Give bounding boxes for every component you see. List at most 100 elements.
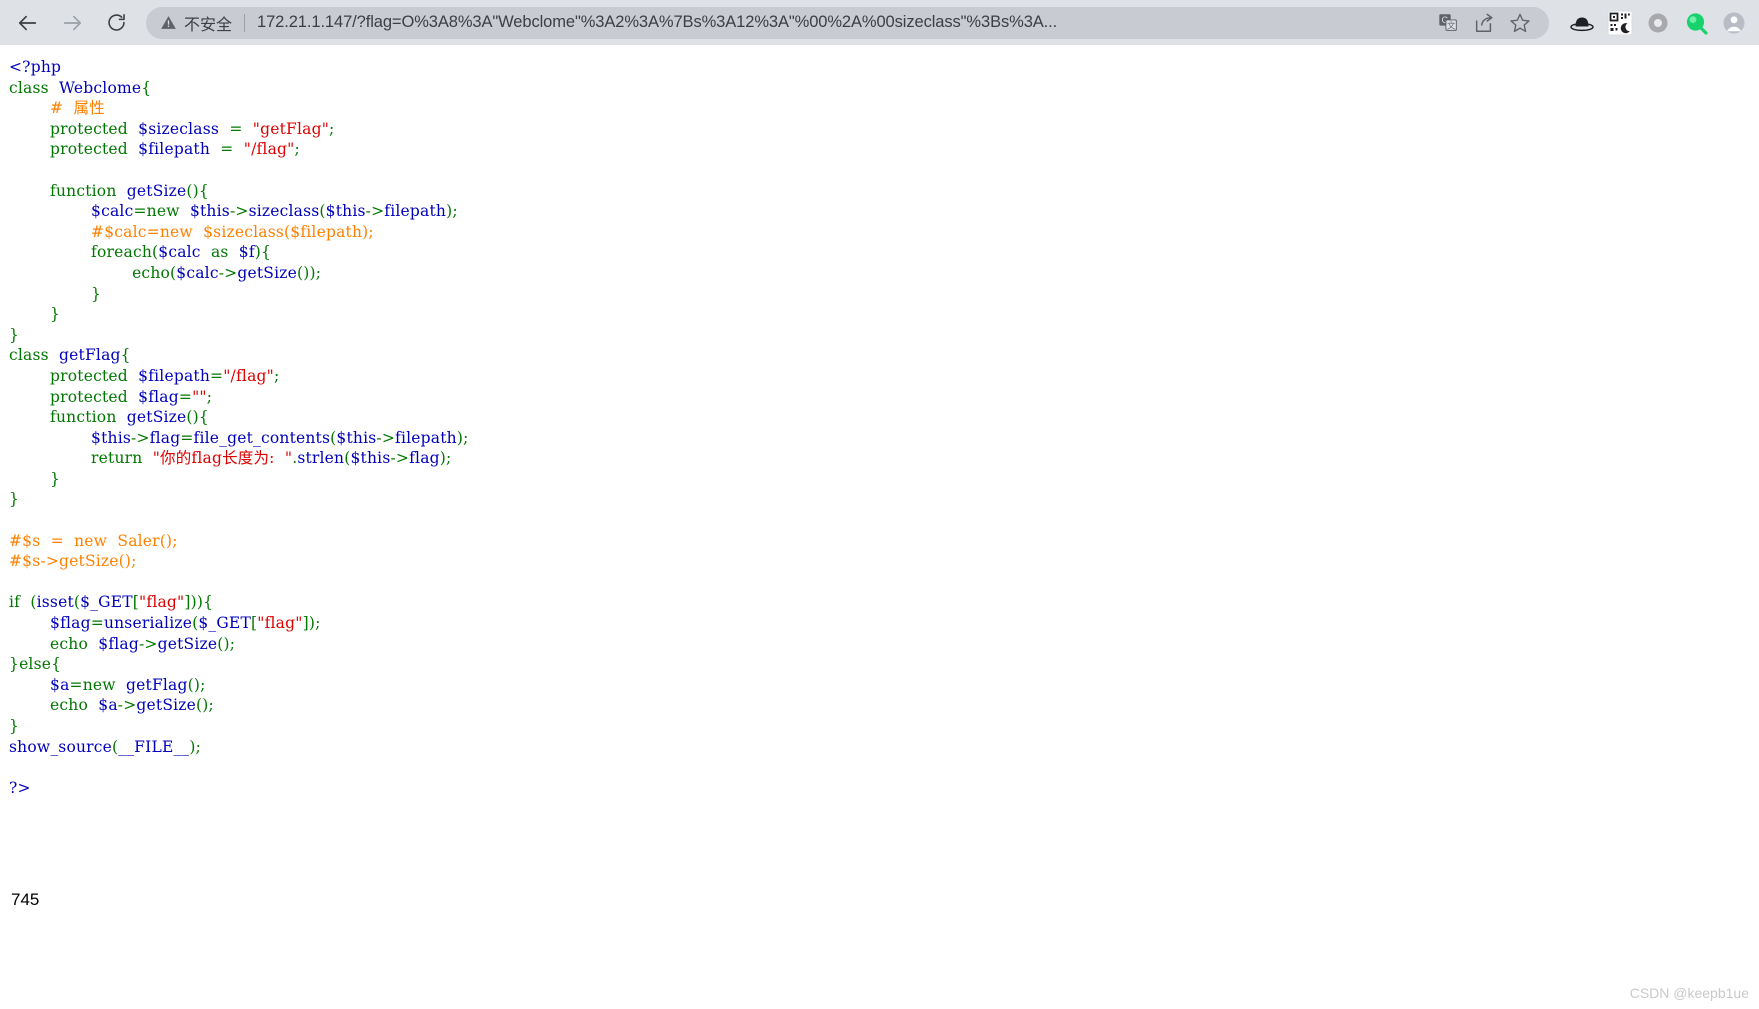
source-token: "": [192, 387, 207, 406]
source-token: $flag: [50, 614, 91, 633]
hat-extension-icon[interactable]: [1563, 4, 1601, 42]
source-line: }: [9, 304, 1759, 325]
source-token: function: [50, 408, 127, 427]
php-source-listing: <?php class Webclome{ # 属性 protected $siz…: [0, 45, 1759, 798]
source-token: $_GET: [198, 614, 251, 633]
extension-toolbar: [1549, 4, 1753, 42]
source-token: $a: [50, 675, 70, 694]
source-token: }: [9, 655, 20, 674]
source-line: <?php: [9, 57, 1759, 78]
bookmark-star-icon[interactable]: [1505, 8, 1535, 38]
source-token: [9, 264, 132, 282]
profile-avatar-icon[interactable]: [1715, 4, 1753, 42]
source-token: =: [133, 202, 147, 221]
source-token: [9, 367, 50, 385]
source-line: ?>: [9, 778, 1759, 799]
source-token: $filepath: [138, 366, 211, 385]
source-token: ->: [131, 428, 150, 447]
source-token: }: [9, 717, 20, 735]
source-token: echo: [50, 696, 99, 715]
url-text[interactable]: 172.21.1.147/?flag=O%3A8%3A"Webclome"%3A…: [257, 13, 1427, 32]
source-token: "flag": [257, 614, 303, 633]
source-token: ]);: [302, 614, 321, 633]
source-line: class Webclome{: [9, 78, 1759, 99]
qr-glyph-icon: [1607, 10, 1633, 35]
source-line: $flag=unserialize($_GET["flag"]);: [9, 613, 1759, 634]
source-token: $calc: [176, 263, 219, 282]
source-token: "flag": [139, 593, 185, 612]
source-token: ();: [196, 696, 214, 715]
back-button[interactable]: [11, 6, 45, 40]
source-token: $calc: [158, 243, 201, 262]
source-token: getSize: [136, 696, 197, 715]
source-token: [9, 285, 91, 303]
source-line: }: [9, 469, 1759, 490]
source-token: isset: [36, 593, 74, 612]
source-token: ;: [294, 140, 300, 159]
translate-icon[interactable]: G 文: [1433, 8, 1463, 38]
ring-glyph-icon: [1648, 13, 1668, 32]
source-token: __FILE__: [118, 737, 190, 756]
source-token: $flag: [98, 634, 139, 653]
source-line: protected $sizeclass = "getFlag";: [9, 119, 1759, 140]
share-glyph-icon: [1475, 13, 1493, 32]
source-token: getFlag: [59, 346, 121, 365]
source-token: ;: [273, 366, 280, 385]
source-token: getSize: [126, 181, 187, 200]
qr-code-icon[interactable]: [1601, 4, 1639, 42]
source-token: =: [210, 140, 244, 159]
source-token: #$s->getSize();: [9, 552, 137, 571]
source-token: [9, 140, 50, 158]
source-token: protected: [50, 366, 139, 385]
source-token: protected: [50, 140, 139, 159]
source-token: [9, 696, 50, 714]
source-line: [9, 572, 1759, 593]
source-token: ();: [187, 675, 206, 694]
source-line: $a=new getFlag();: [9, 675, 1759, 696]
source-token: ->: [365, 202, 385, 221]
source-token: filepath: [395, 428, 457, 447]
source-token: $_GET: [80, 593, 133, 612]
source-line: protected $filepath="/flag";: [9, 366, 1759, 387]
security-status[interactable]: 不安全: [160, 11, 232, 35]
forward-button[interactable]: [55, 6, 89, 40]
source-token: (){: [186, 408, 209, 427]
address-bar[interactable]: 不安全 172.21.1.147/?flag=O%3A8%3A"Webclome…: [146, 6, 1549, 39]
source-token: =: [90, 614, 104, 633]
ring-extension-icon[interactable]: [1639, 4, 1677, 42]
source-token: ?>: [9, 778, 31, 797]
source-line: }: [9, 284, 1759, 305]
reload-button[interactable]: [99, 6, 133, 40]
source-token: "getFlag": [252, 119, 330, 138]
source-token: protected: [50, 387, 139, 406]
source-token: [9, 449, 91, 467]
source-token: getSize: [157, 634, 218, 653]
source-token: [9, 120, 50, 138]
source-line: echo($calc->getSize());: [9, 263, 1759, 284]
source-token: getSize: [237, 263, 297, 282]
omnibox-divider: [244, 13, 246, 32]
source-token: $this: [350, 449, 391, 468]
source-token: protected: [50, 119, 139, 138]
source-token: ->: [390, 449, 410, 468]
share-icon[interactable]: [1469, 8, 1499, 38]
source-token: }: [50, 305, 61, 324]
source-token: [9, 182, 50, 200]
green-search-glyph-icon: [1686, 12, 1708, 35]
source-line: class getFlag{: [9, 345, 1759, 366]
source-token: $filepath: [138, 140, 211, 159]
source-token: ;: [329, 119, 335, 138]
source-token: $calc: [91, 202, 134, 221]
source-token: );: [446, 202, 458, 221]
source-token: [9, 388, 50, 406]
source-line: show_source(__FILE__);: [9, 737, 1759, 758]
source-token: filepath: [384, 202, 447, 221]
source-line: [9, 757, 1759, 778]
source-line: function getSize(){: [9, 407, 1759, 428]
source-token: =: [69, 675, 83, 694]
forward-arrow-icon: [63, 15, 82, 30]
source-line: }: [9, 716, 1759, 737]
source-token: $this: [336, 428, 377, 447]
source-line: echo $flag->getSize();: [9, 634, 1759, 655]
green-search-icon[interactable]: [1677, 4, 1715, 42]
